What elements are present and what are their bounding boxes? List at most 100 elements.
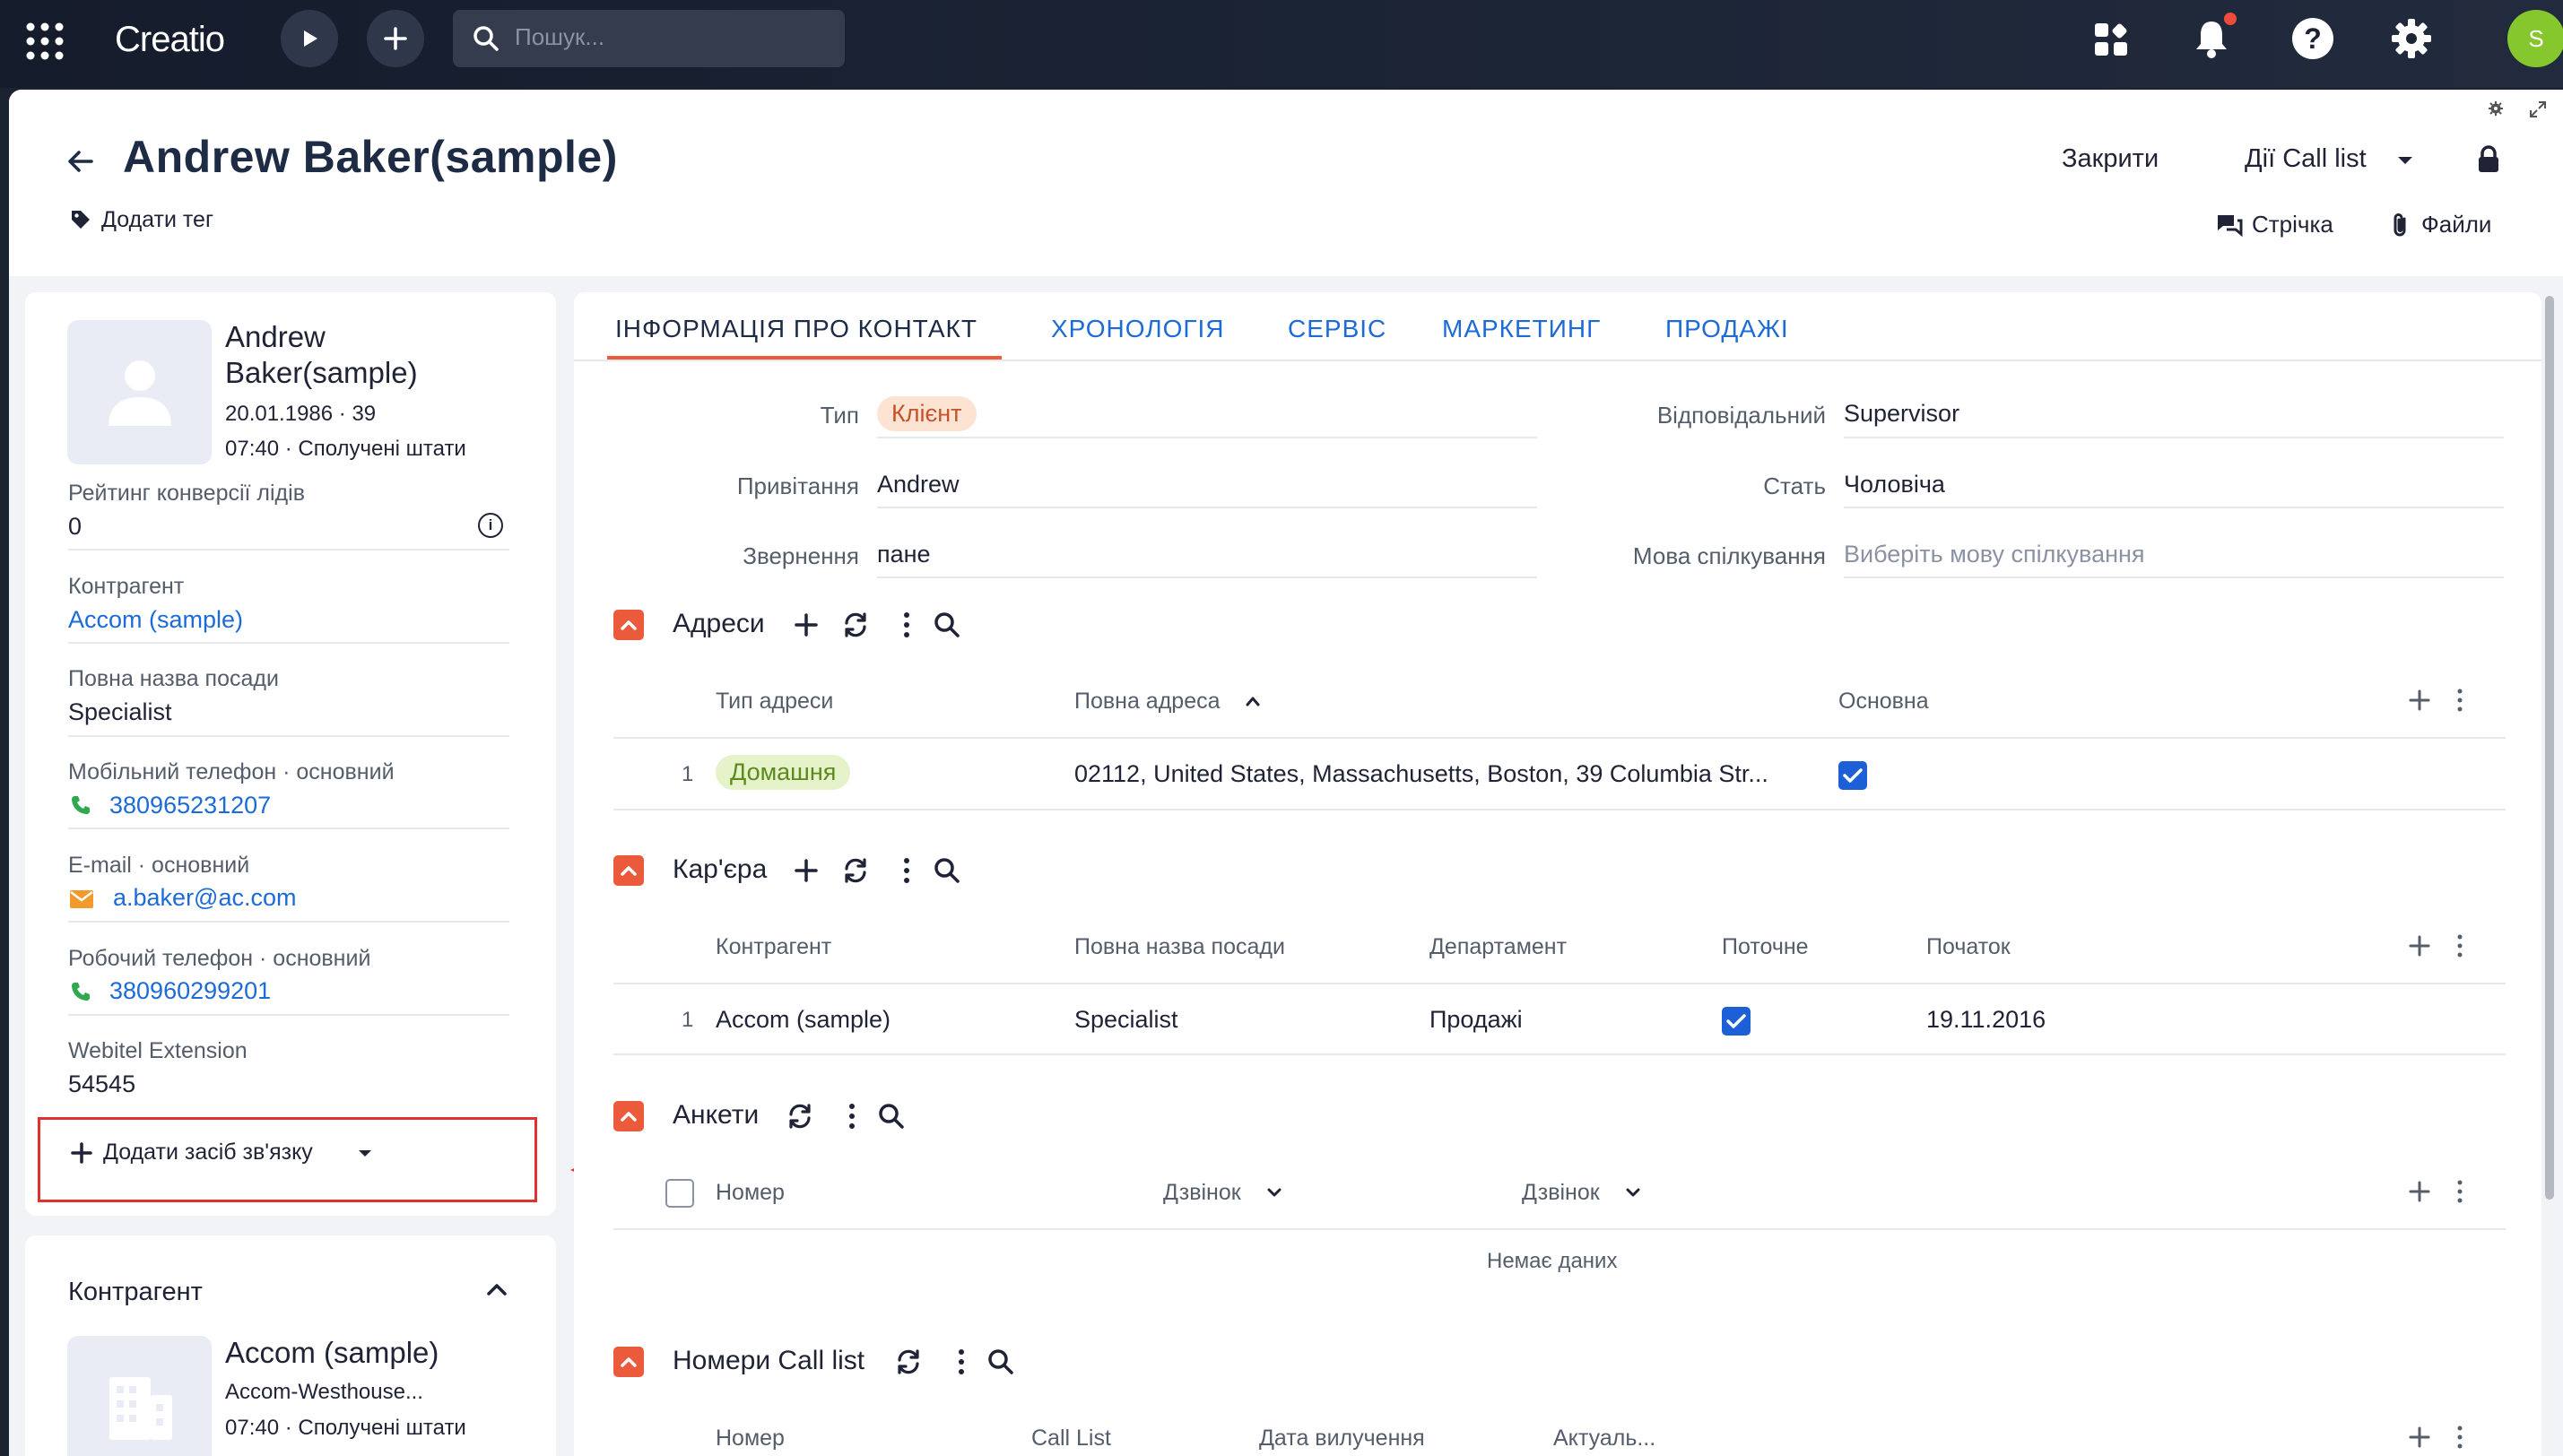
career-job-title[interactable]: Specialist (1074, 1006, 1178, 1034)
email-link[interactable]: a.baker@ac.com (113, 884, 297, 912)
more-vertical-icon[interactable] (2457, 1179, 2463, 1204)
column-header-actual[interactable]: Актуаль... (1553, 1426, 1655, 1452)
tab-service[interactable]: СЕРВІС (1288, 315, 1386, 343)
more-vertical-icon[interactable] (848, 1102, 856, 1131)
tab-timeline[interactable]: ХРОНОЛОГІЯ (1051, 315, 1225, 343)
salutation-value[interactable]: пане (877, 541, 931, 568)
info-icon[interactable]: i (478, 513, 503, 538)
app-grid-icon[interactable] (25, 22, 65, 61)
phone-icon[interactable] (70, 981, 91, 1002)
sort-ascending-icon[interactable] (1245, 696, 1261, 706)
run-process-button[interactable] (281, 10, 338, 67)
current-checkbox[interactable] (1722, 1007, 1751, 1036)
tab-marketing[interactable]: МАРКЕТИНГ (1442, 315, 1601, 343)
account-card-name[interactable]: Accom (sample) (225, 1336, 439, 1370)
add-address-icon[interactable] (794, 612, 819, 637)
more-vertical-icon[interactable] (2457, 933, 2463, 958)
brand-logo[interactable]: Creatio (115, 20, 225, 60)
webitel-extension-value[interactable]: 54545 (68, 1070, 135, 1098)
feed-button[interactable]: Стрічка (2252, 211, 2333, 238)
column-header-start[interactable]: Початок (1926, 934, 2011, 960)
address-value[interactable]: 02112, United States, Massachusetts, Bos… (1074, 760, 1768, 788)
more-vertical-icon[interactable] (903, 611, 910, 639)
column-header-address-type[interactable]: Тип адреси (716, 689, 833, 715)
settings-gear-icon[interactable] (2390, 17, 2433, 60)
address-type-chip[interactable]: Домашня (716, 755, 851, 790)
notifications-icon[interactable] (2194, 18, 2229, 59)
account-link[interactable]: Accom (sample) (68, 606, 243, 634)
phone-icon[interactable] (70, 794, 91, 816)
column-header-call[interactable]: Дзвінок (1163, 1180, 1241, 1206)
column-header-primary[interactable]: Основна (1838, 689, 1929, 715)
chevron-down-icon[interactable] (1626, 1188, 1640, 1197)
column-header-current[interactable]: Поточне (1722, 934, 1809, 960)
career-account-link[interactable]: Accom (sample) (716, 1006, 891, 1034)
more-vertical-icon[interactable] (2457, 1425, 2463, 1450)
surveys-collapse-toggle[interactable] (613, 1101, 644, 1131)
back-arrow-icon[interactable] (65, 146, 95, 177)
column-header-job-title[interactable]: Повна назва посади (1074, 934, 1285, 960)
career-department[interactable]: Продажі (1429, 1006, 1523, 1034)
add-career-icon[interactable] (794, 858, 819, 883)
chevron-down-icon[interactable] (1267, 1188, 1282, 1197)
files-button[interactable]: Файли (2421, 211, 2491, 238)
page-settings-icon[interactable] (2488, 100, 2504, 117)
greeting-value[interactable]: Andrew (877, 471, 960, 498)
more-vertical-icon[interactable] (958, 1348, 965, 1376)
column-header-account[interactable]: Контрагент (716, 934, 831, 960)
addresses-collapse-toggle[interactable] (613, 610, 644, 640)
tab-contact-info[interactable]: ІНФОРМАЦІЯ ПРО КОНТАКТ (615, 315, 977, 343)
tab-sales[interactable]: ПРОДАЖІ (1665, 315, 1789, 343)
more-vertical-icon[interactable] (903, 856, 910, 885)
search-icon[interactable] (986, 1348, 1015, 1376)
chevron-down-icon[interactable] (357, 1148, 373, 1158)
career-collapse-toggle[interactable] (613, 855, 644, 886)
refresh-icon[interactable] (842, 611, 869, 638)
expand-icon[interactable] (2529, 100, 2547, 118)
call-list-actions-button[interactable]: Дії Call list (2245, 144, 2367, 174)
search-icon[interactable] (933, 611, 961, 639)
column-header-department[interactable]: Департамент (1429, 934, 1567, 960)
language-input[interactable]: Виберіть мову спілкування (1844, 541, 2145, 568)
add-column-icon[interactable] (2408, 1426, 2431, 1449)
select-all-checkbox[interactable] (665, 1179, 694, 1208)
chevron-down-icon[interactable] (2396, 155, 2414, 166)
contact-photo[interactable] (67, 320, 212, 464)
account-logo[interactable] (67, 1336, 212, 1456)
close-button[interactable]: Закрити (2062, 144, 2159, 174)
column-header-number[interactable]: Номер (716, 1426, 785, 1452)
add-record-button[interactable] (367, 10, 424, 67)
gender-value[interactable]: Чоловіча (1844, 471, 1945, 498)
email-icon[interactable] (69, 889, 94, 909)
work-phone-link[interactable]: 380960299201 (109, 977, 271, 1005)
more-vertical-icon[interactable] (2457, 688, 2463, 713)
career-start-date[interactable]: 19.11.2016 (1926, 1006, 2046, 1034)
refresh-icon[interactable] (895, 1348, 922, 1375)
add-column-icon[interactable] (2408, 1180, 2431, 1203)
lead-rating-value[interactable]: 0 (68, 513, 82, 541)
search-input[interactable] (453, 10, 845, 67)
add-tag-button[interactable]: Додати тег (101, 207, 213, 233)
refresh-icon[interactable] (842, 857, 869, 884)
refresh-icon[interactable] (786, 1103, 813, 1130)
add-column-icon[interactable] (2408, 689, 2431, 712)
apps-icon[interactable] (2093, 22, 2129, 57)
column-header-call-2[interactable]: Дзвінок (1522, 1180, 1600, 1206)
owner-link[interactable]: Supervisor (1844, 400, 1959, 428)
column-header-number[interactable]: Номер (716, 1180, 785, 1206)
chevron-up-icon[interactable] (487, 1283, 507, 1296)
lock-icon[interactable] (2477, 145, 2500, 174)
search-icon[interactable] (933, 856, 961, 885)
user-avatar[interactable]: S (2507, 10, 2563, 67)
add-contact-method-button[interactable]: Додати засіб зв'язку (103, 1140, 313, 1166)
search-icon[interactable] (877, 1102, 906, 1131)
mobile-phone-link[interactable]: 380965231207 (109, 792, 271, 819)
column-header-full-address[interactable]: Повна адреса (1074, 689, 1221, 715)
scrollbar[interactable] (2545, 296, 2554, 1200)
type-chip[interactable]: Клієнт (877, 396, 977, 431)
call-list-collapse-toggle[interactable] (613, 1347, 644, 1377)
add-column-icon[interactable] (2408, 934, 2431, 958)
help-icon[interactable]: ? (2292, 18, 2333, 59)
column-header-removal-date[interactable]: Дата вилучення (1259, 1426, 1425, 1452)
primary-checkbox[interactable] (1838, 761, 1867, 790)
